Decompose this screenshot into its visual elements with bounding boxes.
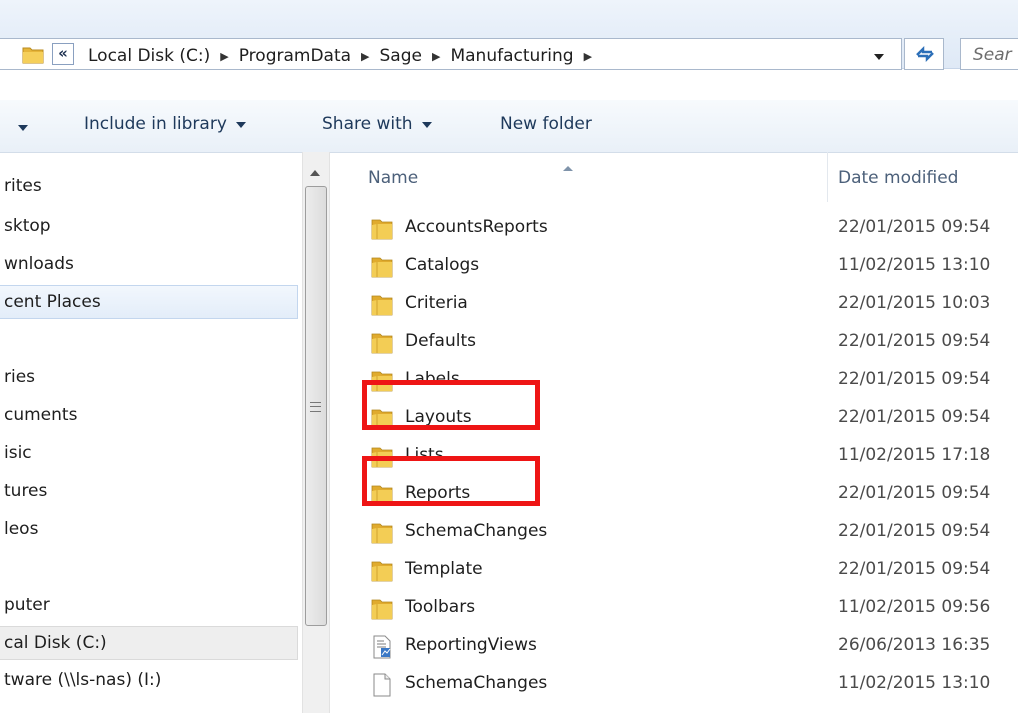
file-row[interactable]: ReportingViews 26/06/2013 16:35 [360,628,1018,666]
chevron-down-icon [421,122,432,128]
file-date: 22/01/2015 09:54 [838,521,991,541]
file-row[interactable]: SchemaChanges 22/01/2015 09:54 [360,514,1018,552]
breadcrumb-item[interactable]: Sage [380,46,422,66]
nav-item[interactable]: cent Places [0,285,298,319]
column-header-name[interactable]: Name [368,158,418,198]
nav-item[interactable]: puter [0,589,298,623]
column-divider[interactable] [827,152,828,202]
nav-item[interactable]: sktop [0,210,298,244]
nav-item[interactable]: leos [0,513,298,547]
search-input[interactable]: Sear [960,38,1018,70]
breadcrumb-item[interactable]: Manufacturing [450,46,573,66]
nav-item[interactable]: cuments [0,399,298,433]
file-row[interactable]: Defaults 22/01/2015 09:54 [360,324,1018,362]
file-name: Template [405,559,483,579]
nav-item[interactable]: rites [0,170,298,204]
highlight-box [362,456,540,506]
breadcrumb-arrow-icon[interactable]: ▶ [432,50,440,63]
breadcrumb: Local Disk (C:) ▶ ProgramData ▶ Sage ▶ Manufac… [88,46,602,66]
file-name: Toolbars [405,597,476,617]
file-name: ReportingViews [405,635,537,655]
scroll-up-icon[interactable] [310,170,320,176]
file-name: Defaults [405,331,476,351]
share-with-label: Share with [322,114,413,134]
folder-icon [22,47,44,64]
file-date: 22/01/2015 09:54 [838,483,991,503]
address-dropdown-icon[interactable] [874,54,884,60]
nav-item[interactable]: wnloads [0,248,298,282]
refresh-icon [916,45,934,63]
share-with-button[interactable]: Share with [322,114,432,134]
nav-item[interactable]: ries [0,361,298,395]
include-in-library-label: Include in library [84,114,227,134]
folder-icon [370,521,394,545]
file-row[interactable]: Template 22/01/2015 09:54 [360,552,1018,590]
file-row[interactable]: AccountsReports 22/01/2015 09:54 [360,210,1018,248]
file-date: 11/02/2015 09:56 [838,597,991,617]
overflow-chevron-button[interactable]: « [52,43,74,65]
file-date: 22/01/2015 09:54 [838,407,991,427]
file-date: 26/06/2013 16:35 [838,635,991,655]
breadcrumb-arrow-icon[interactable]: ▶ [584,50,592,63]
file-row[interactable]: Catalogs 11/02/2015 13:10 [360,248,1018,286]
file-row[interactable]: SchemaChanges 11/02/2015 13:10 [360,666,1018,704]
folder-icon [370,559,394,583]
file-date: 22/01/2015 09:54 [838,331,991,351]
folder-icon [370,597,394,621]
file-date: 22/01/2015 09:54 [838,217,991,237]
nav-item[interactable]: tures [0,475,298,509]
document-icon [370,635,394,659]
folder-icon [370,217,394,241]
file-date: 22/01/2015 09:54 [838,559,991,579]
nav-item[interactable]: cal Disk (C:) [0,626,298,660]
refresh-button[interactable] [904,38,944,70]
nav-item[interactable]: tware (\\ls-nas) (I:) [0,664,298,698]
new-folder-button[interactable]: New folder [500,114,592,134]
highlight-box [362,380,540,430]
new-folder-label: New folder [500,114,592,134]
file-date: 11/02/2015 13:10 [838,673,991,693]
file-row[interactable]: Toolbars 11/02/2015 09:56 [360,590,1018,628]
file-date: 22/01/2015 10:03 [838,293,991,313]
file-name: SchemaChanges [405,673,548,693]
file-name: Catalogs [405,255,480,275]
include-in-library-button[interactable]: Include in library [84,114,246,134]
folder-icon [370,331,394,355]
file-icon [370,673,394,697]
file-date: 11/02/2015 17:18 [838,445,991,465]
scroll-grip-icon [310,402,321,412]
sort-ascending-icon [563,166,573,171]
breadcrumb-item[interactable]: ProgramData [239,46,351,66]
breadcrumb-arrow-icon[interactable]: ▶ [220,50,228,63]
file-date: 11/02/2015 13:10 [838,255,991,275]
nav-item[interactable]: isic [0,437,298,471]
file-name: Criteria [405,293,468,313]
file-row[interactable]: Criteria 22/01/2015 10:03 [360,286,1018,324]
file-date: 22/01/2015 09:54 [838,369,991,389]
breadcrumb-arrow-icon[interactable]: ▶ [361,50,369,63]
file-name: AccountsReports [405,217,548,237]
organize-dropdown-icon[interactable] [18,125,28,131]
file-name: SchemaChanges [405,521,548,541]
column-header-date-modified[interactable]: Date modified [838,158,958,198]
breadcrumb-item[interactable]: Local Disk (C:) [88,46,210,66]
folder-icon [370,255,394,279]
chevron-down-icon [235,122,246,128]
folder-icon [370,293,394,317]
